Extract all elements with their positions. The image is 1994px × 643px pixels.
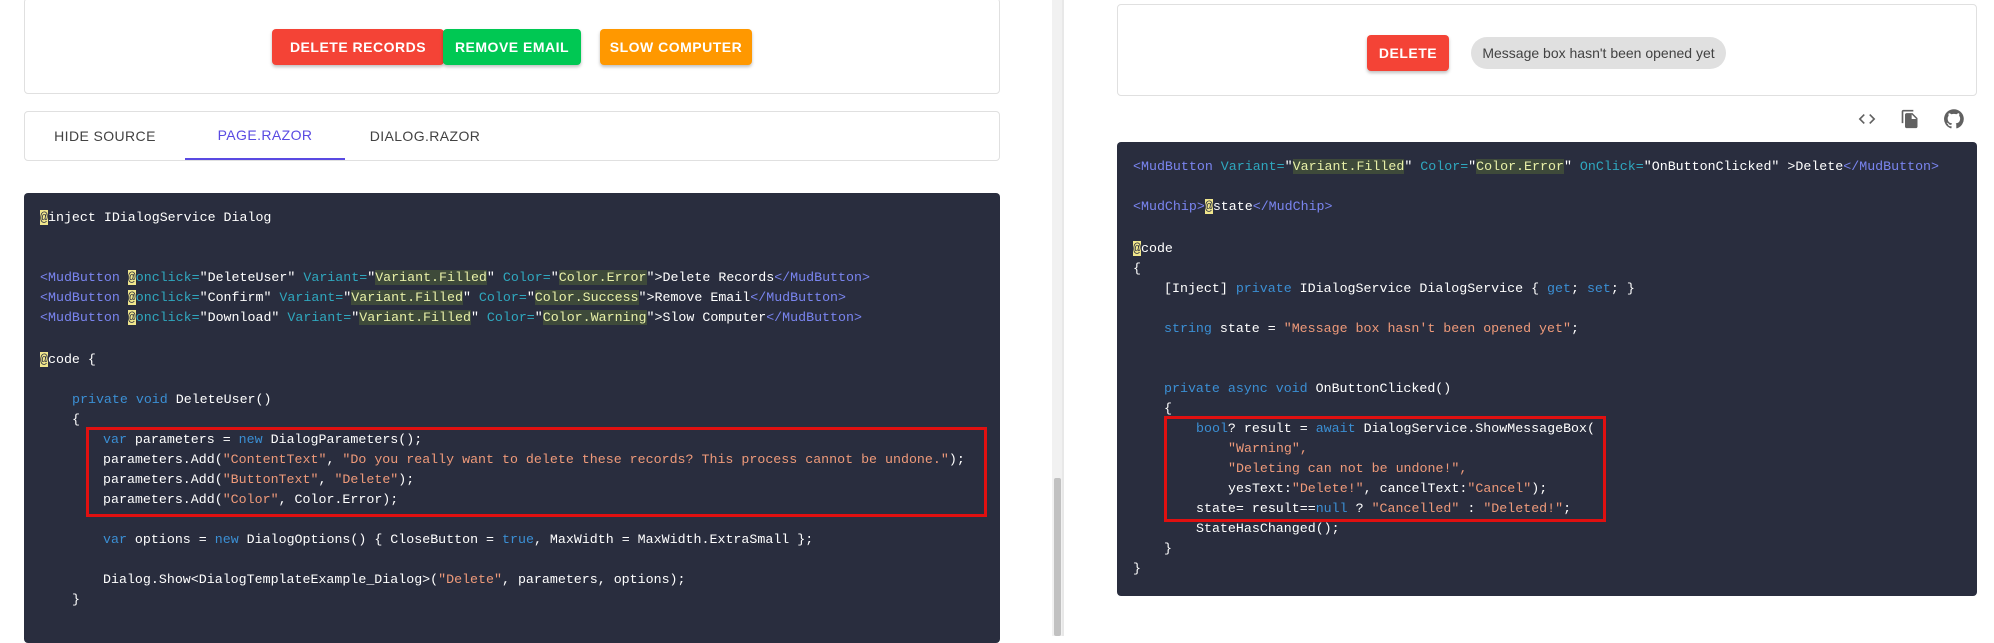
pane-divider: [1062, 0, 1064, 636]
highlight-box-parameters: [86, 427, 987, 517]
delete-button[interactable]: DELETE: [1367, 35, 1449, 71]
code-line-button-delete: <MudButton @onclick="DeleteUser" Variant…: [40, 270, 870, 285]
code-line-state: string state = "Message box hasn't been …: [1164, 321, 1579, 336]
copy-icon[interactable]: [1896, 105, 1924, 133]
scrollbar-thumb[interactable]: [1054, 478, 1061, 636]
code-line-statehaschanged: StateHasChanged();: [1196, 521, 1340, 536]
code-line-options: var options = new DialogOptions() { Clos…: [103, 532, 814, 547]
remove-email-button[interactable]: REMOVE EMAIL: [443, 29, 581, 65]
code-line-method: private async void OnButtonClicked(): [1164, 381, 1452, 396]
github-icon[interactable]: [1940, 105, 1968, 133]
slow-computer-button[interactable]: SLOW COMPUTER: [600, 29, 752, 65]
delete-records-button[interactable]: DELETE RECORDS: [272, 29, 444, 65]
code-icon[interactable]: [1853, 105, 1881, 133]
code-line-mudchip: <MudChip>@state</MudChip>: [1133, 199, 1333, 214]
code-line-brace-open: {: [72, 412, 80, 427]
code-line-inject: @inject IDialogService Dialog: [40, 210, 272, 225]
source-tabs-bar: HIDE SOURCE PAGE.RAZOR DIALOG.RAZOR: [24, 111, 1000, 161]
code-line-inject: [Inject] private IDialogService DialogSe…: [1164, 281, 1635, 296]
code-line-brace-close: }: [72, 592, 80, 607]
example-buttons-panel: DELETE RECORDS REMOVE EMAIL SLOW COMPUTE…: [24, 0, 1000, 94]
code-line-dialog-show: Dialog.Show<DialogTemplateExample_Dialog…: [103, 572, 686, 587]
tab-hide-source[interactable]: HIDE SOURCE: [25, 112, 185, 160]
tab-page-razor[interactable]: PAGE.RAZOR: [185, 112, 345, 160]
code-line-code: @code: [1133, 241, 1173, 256]
code-line-button-download: <MudButton @onclick="Download" Variant="…: [40, 310, 862, 325]
code-line-method-brace-close: }: [1164, 541, 1172, 556]
code-line-brace-open: {: [1133, 261, 1141, 276]
tab-dialog-razor[interactable]: DIALOG.RAZOR: [345, 112, 505, 160]
highlight-box-messagebox: [1164, 416, 1606, 522]
code-line-method-signature: private void DeleteUser(): [72, 392, 272, 407]
message-box-code-block: <MudButton Variant="Variant.Filled" Colo…: [1117, 142, 1977, 596]
state-chip: Message box hasn't been opened yet: [1471, 37, 1726, 69]
code-line-button-confirm: <MudButton @onclick="Confirm" Variant="V…: [40, 290, 847, 305]
code-line-brace-close: }: [1133, 561, 1141, 576]
code-line-code-open: @code {: [40, 352, 96, 367]
page-razor-code-block: @inject IDialogService Dialog <MudButton…: [24, 193, 1000, 643]
message-box-example-panel: DELETE Message box hasn't been opened ye…: [1117, 4, 1977, 96]
code-line-mudbutton: <MudButton Variant="Variant.Filled" Colo…: [1133, 159, 1940, 174]
